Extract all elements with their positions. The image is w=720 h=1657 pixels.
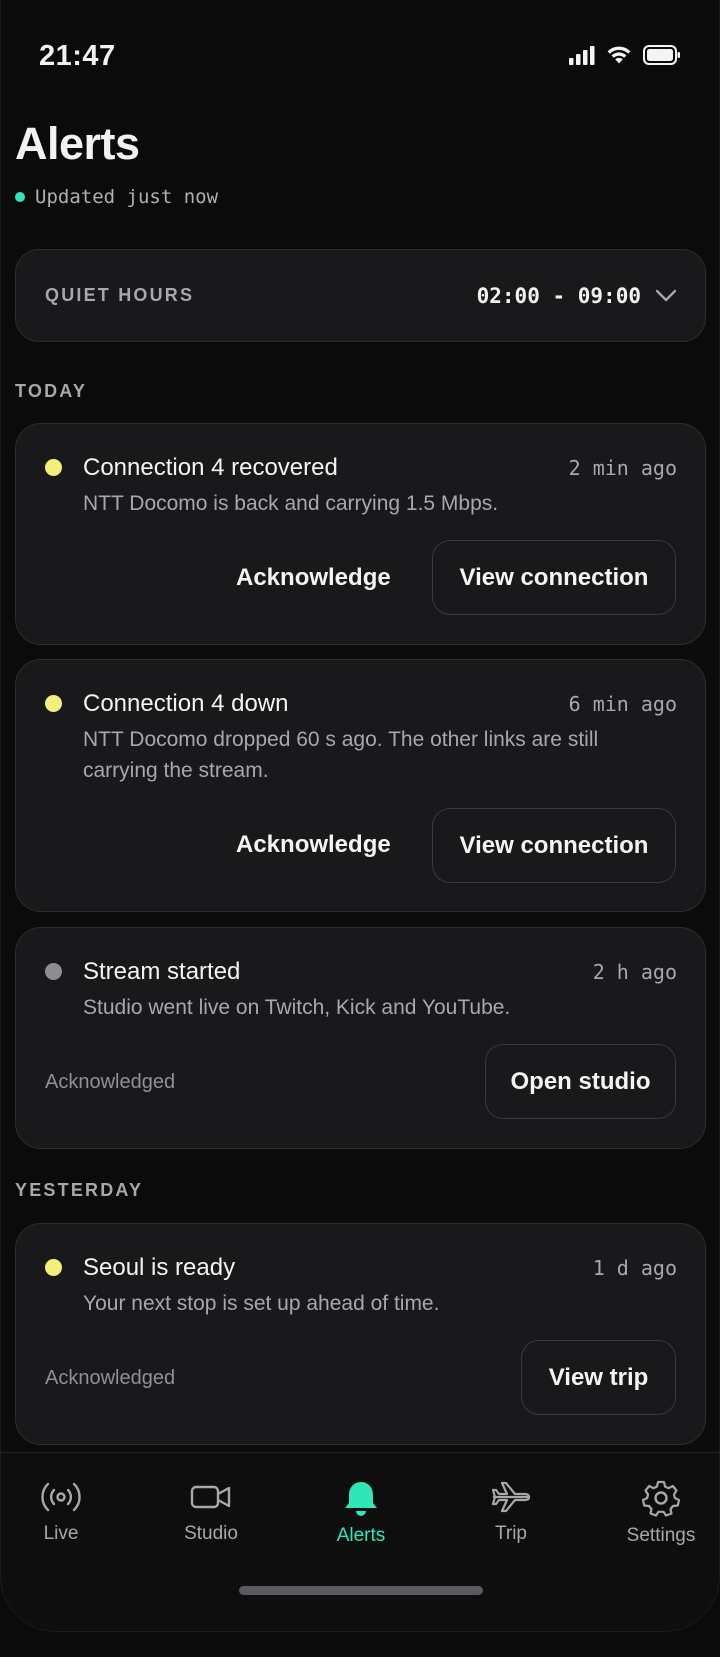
acknowledge-button[interactable]: Acknowledge bbox=[236, 831, 391, 859]
alert-card: Stream started 2 h ago Studio went live … bbox=[15, 927, 706, 1149]
acknowledge-button[interactable]: Acknowledge bbox=[236, 564, 391, 592]
tab-label: Live bbox=[43, 1523, 79, 1544]
alert-title: Stream started bbox=[83, 958, 241, 985]
airplane-icon bbox=[491, 1481, 531, 1513]
chevron-down-icon bbox=[655, 289, 677, 301]
tab-live[interactable]: Live bbox=[1, 1479, 121, 1545]
gear-icon bbox=[641, 1480, 681, 1517]
tab-label: Settings bbox=[626, 1525, 696, 1546]
tab-trip[interactable]: Trip bbox=[451, 1479, 571, 1545]
acknowledged-status: Acknowledged bbox=[45, 1071, 176, 1093]
battery-icon bbox=[643, 44, 680, 65]
broadcast-icon bbox=[41, 1482, 81, 1512]
quiet-hours-selector[interactable]: QUIET HOURS 02:00 - 09:00 bbox=[15, 249, 706, 342]
tab-label: Studio bbox=[184, 1523, 238, 1544]
alert-title: Connection 4 down bbox=[83, 690, 289, 717]
status-icons bbox=[569, 44, 681, 65]
tab-label: Alerts bbox=[336, 1525, 386, 1546]
updated-text: Updated just now bbox=[35, 186, 219, 208]
view-connection-button[interactable]: View connection bbox=[432, 808, 676, 883]
alert-card: Seoul is ready 1 d ago Your next stop is… bbox=[15, 1223, 706, 1445]
quiet-hours-value-group: 02:00 - 09:00 bbox=[477, 284, 677, 308]
status-bar: 21:47 bbox=[1, 0, 719, 110]
cellular-signal-icon bbox=[569, 45, 595, 65]
home-indicator[interactable] bbox=[239, 1586, 483, 1595]
updated-indicator: Updated just now bbox=[15, 186, 218, 208]
open-studio-button[interactable]: Open studio bbox=[485, 1044, 676, 1119]
alert-time: 2 h ago bbox=[592, 960, 677, 984]
tab-bar: Live Studio Alerts Trip Settings bbox=[1, 1452, 719, 1631]
alert-time: 2 min ago bbox=[568, 456, 677, 480]
alert-status-dot bbox=[45, 1259, 62, 1276]
alert-body: NTT Docomo is back and carrying 1.5 Mbps… bbox=[83, 492, 499, 515]
alert-title: Connection 4 recovered bbox=[83, 454, 338, 481]
status-time: 21:47 bbox=[39, 40, 116, 72]
alert-status-dot bbox=[45, 459, 62, 476]
alert-body: Your next stop is set up ahead of time. bbox=[83, 1292, 440, 1315]
phone-screen: 21:47 Alerts Updated just now QUIET HOUR… bbox=[0, 0, 720, 1632]
alert-card: Connection 4 recovered 2 min ago NTT Doc… bbox=[15, 423, 706, 645]
view-trip-button[interactable]: View trip bbox=[521, 1340, 676, 1415]
video-camera-icon bbox=[190, 1485, 231, 1509]
alert-time: 1 d ago bbox=[592, 1256, 677, 1280]
section-label-yesterday: YESTERDAY bbox=[15, 1180, 144, 1200]
wifi-icon bbox=[607, 46, 631, 64]
tab-label: Trip bbox=[494, 1523, 528, 1544]
quiet-hours-label: QUIET HOURS bbox=[45, 285, 195, 305]
alert-status-dot bbox=[45, 963, 62, 980]
alert-card: Connection 4 down 6 min ago NTT Docomo d… bbox=[15, 659, 706, 912]
alert-title: Seoul is ready bbox=[83, 1254, 236, 1281]
alert-body: Studio went live on Twitch, Kick and You… bbox=[83, 996, 511, 1019]
section-label-today: TODAY bbox=[15, 381, 88, 401]
quiet-hours-value: 02:00 - 09:00 bbox=[476, 283, 641, 308]
alert-time: 6 min ago bbox=[568, 692, 677, 716]
live-status-dot bbox=[15, 192, 25, 202]
tab-studio[interactable]: Studio bbox=[151, 1479, 271, 1545]
tab-settings[interactable]: Settings bbox=[601, 1479, 719, 1547]
bell-icon bbox=[345, 1482, 377, 1516]
acknowledged-status: Acknowledged bbox=[45, 1367, 176, 1389]
alert-status-dot bbox=[45, 695, 62, 712]
page-title: Alerts bbox=[15, 118, 140, 169]
tab-alerts[interactable]: Alerts bbox=[301, 1479, 421, 1547]
alert-body: NTT Docomo dropped 60 s ago. The other l… bbox=[83, 728, 599, 782]
view-connection-button[interactable]: View connection bbox=[432, 540, 676, 615]
